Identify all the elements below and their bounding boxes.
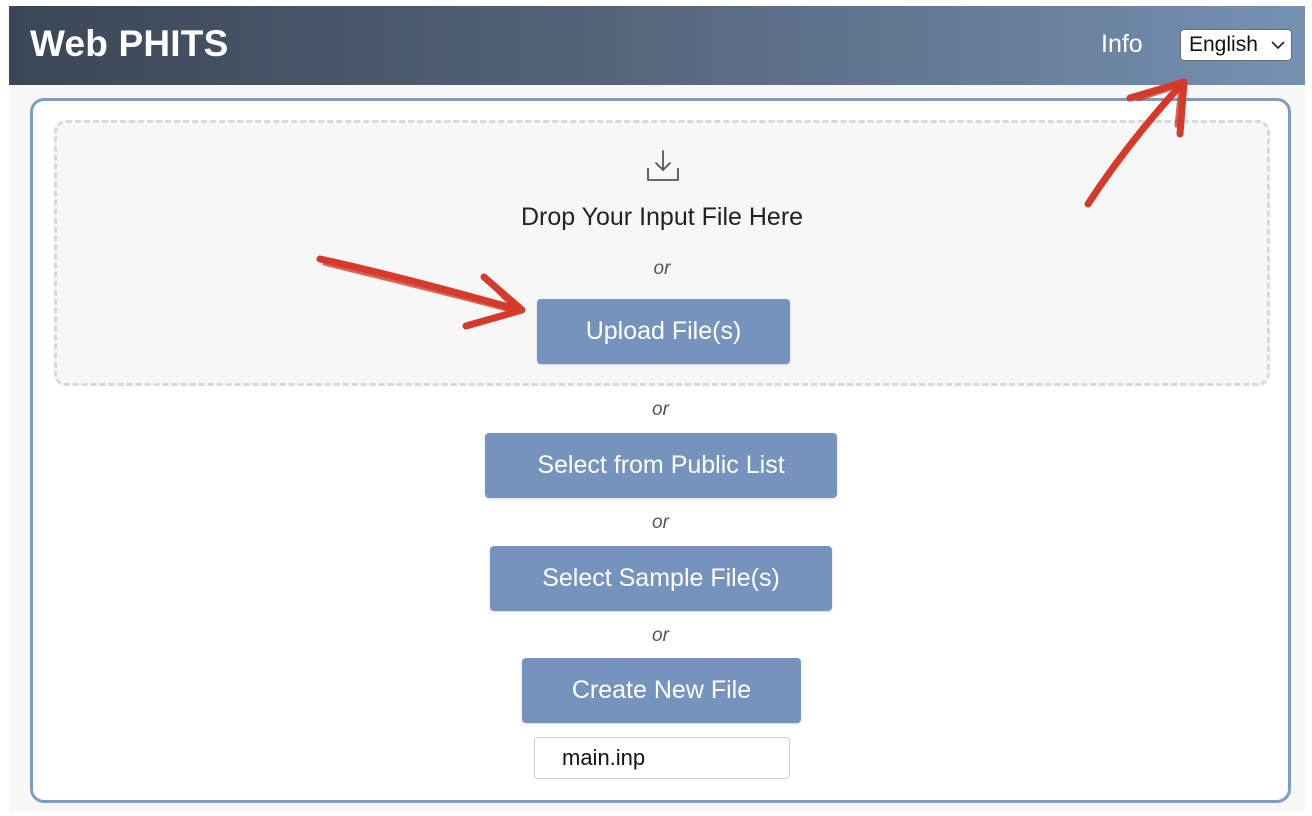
app-title: Web PHITS <box>30 23 229 64</box>
chevron-down-icon <box>1271 41 1285 50</box>
file-dropzone[interactable]: Drop Your Input File Here or Upload File… <box>54 120 1270 386</box>
dropzone-prompt: Drop Your Input File Here <box>520 203 804 231</box>
language-selected-value: English <box>1189 33 1258 56</box>
or-separator: or <box>652 625 669 646</box>
language-select[interactable]: English <box>1180 29 1292 61</box>
create-new-file-button[interactable]: Create New File <box>522 658 801 723</box>
download-icon <box>647 150 679 181</box>
or-separator: or <box>652 399 669 420</box>
new-file-name-input[interactable] <box>534 737 790 779</box>
select-public-list-button[interactable]: Select from Public List <box>485 433 837 498</box>
upload-files-button[interactable]: Upload File(s) <box>537 299 790 364</box>
info-link[interactable]: Info <box>1101 30 1143 59</box>
or-separator: or <box>652 512 669 533</box>
main-card: Drop Your Input File Here or Upload File… <box>30 98 1291 803</box>
select-sample-files-button[interactable]: Select Sample File(s) <box>490 546 832 611</box>
or-separator: or <box>653 258 671 279</box>
header-bar: Web PHITS Info English <box>9 6 1305 85</box>
